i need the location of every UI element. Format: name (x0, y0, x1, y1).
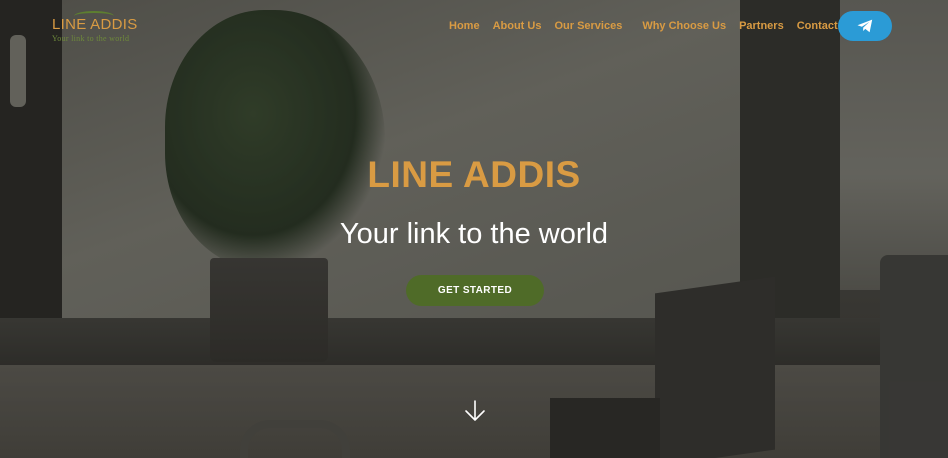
telegram-send-icon (857, 19, 873, 33)
hero-title: LINE ADDIS (367, 154, 581, 195)
hero-subtitle: Your link to the world (339, 218, 609, 250)
main-nav: Home About Us Our Services Why Choose Us… (449, 20, 855, 32)
nav-about-us[interactable]: About Us (493, 20, 542, 32)
get-started-button[interactable]: GET STARTED (406, 275, 544, 306)
nav-home[interactable]: Home (449, 20, 480, 32)
nav-partners[interactable]: Partners (739, 20, 784, 32)
nav-why-choose-us[interactable]: Why Choose Us (642, 20, 726, 32)
logo[interactable]: LINE ADDIS Your link to the world (52, 11, 138, 43)
hero-section: LINE ADDIS Your link to the world Home A… (0, 0, 948, 458)
logo-tagline: Your link to the world (52, 34, 130, 43)
nav-our-services[interactable]: Our Services (554, 20, 622, 32)
logo-arc-icon (74, 11, 114, 21)
arrow-down-icon (465, 400, 485, 421)
telegram-button[interactable] (838, 11, 892, 41)
scroll-down-button[interactable] (461, 397, 489, 425)
